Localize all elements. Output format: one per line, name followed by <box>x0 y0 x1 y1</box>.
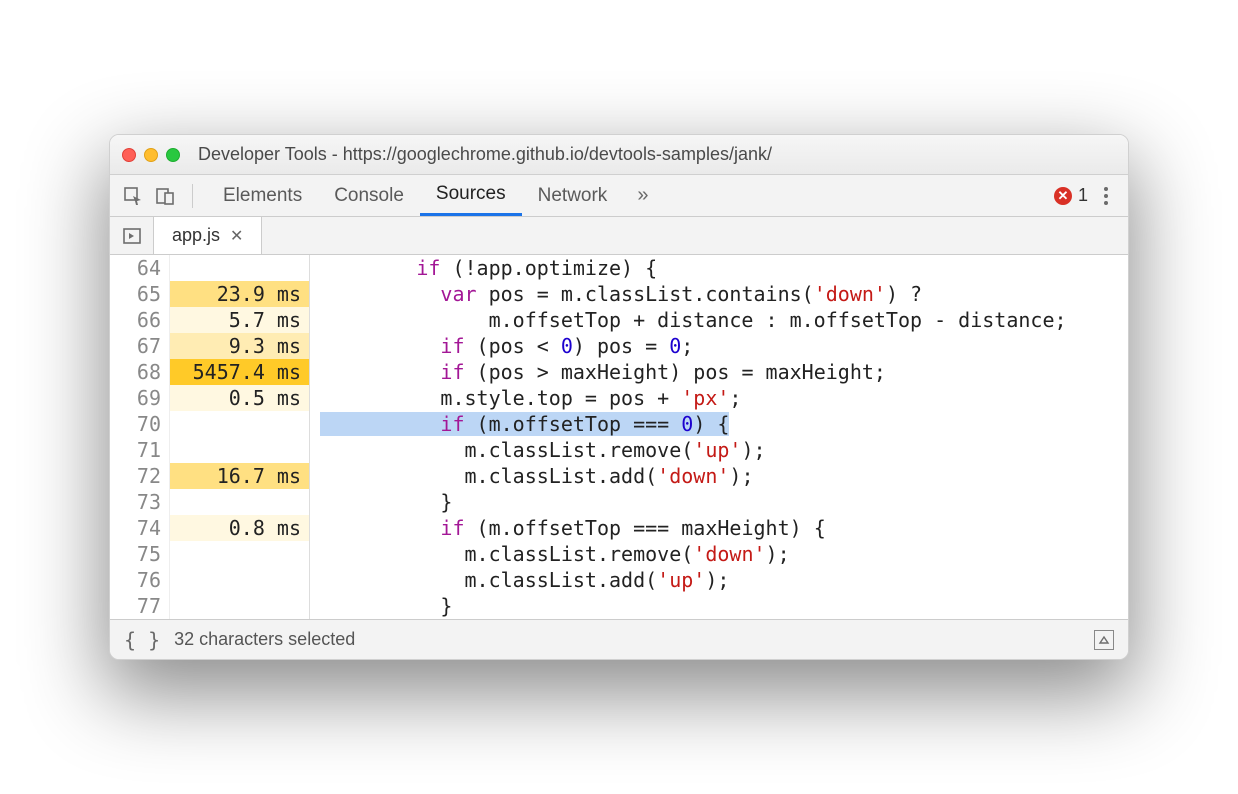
navigator-toggle-icon[interactable] <box>110 217 154 254</box>
file-tab-app-js[interactable]: app.js ✕ <box>154 217 262 254</box>
line-number: 67 <box>110 333 161 359</box>
tab-network[interactable]: Network <box>522 175 624 216</box>
line-number: 65 <box>110 281 161 307</box>
traffic-lights <box>122 148 180 162</box>
line-number-gutter: 6465666768697071727374757677 <box>110 255 170 619</box>
more-panels-icon[interactable]: » <box>629 184 656 207</box>
code-editor[interactable]: 6465666768697071727374757677 23.9 ms5.7 … <box>110 255 1128 619</box>
code-content[interactable]: if (!app.optimize) { var pos = m.classLi… <box>310 255 1128 619</box>
window-title: Developer Tools - https://googlechrome.g… <box>198 144 772 165</box>
tab-elements[interactable]: Elements <box>207 175 318 216</box>
panel-tabs: Elements Console Sources Network <box>207 175 623 216</box>
line-number: 75 <box>110 541 161 567</box>
line-number: 72 <box>110 463 161 489</box>
line-number: 70 <box>110 411 161 437</box>
minimize-window-button[interactable] <box>144 148 158 162</box>
line-timing: 5457.4 ms <box>170 359 309 385</box>
line-timing: 5.7 ms <box>170 307 309 333</box>
separator <box>192 184 193 208</box>
line-number: 77 <box>110 593 161 619</box>
line-number: 71 <box>110 437 161 463</box>
line-timing: 16.7 ms <box>170 463 309 489</box>
code-line[interactable]: m.classList.remove('down'); <box>320 541 1128 567</box>
code-line[interactable]: m.offsetTop + distance : m.offsetTop - d… <box>320 307 1128 333</box>
line-number: 76 <box>110 567 161 593</box>
settings-menu-icon[interactable] <box>1094 187 1118 205</box>
line-timing <box>170 541 309 567</box>
code-line[interactable]: var pos = m.classList.contains('down') ? <box>320 281 1128 307</box>
titlebar: Developer Tools - https://googlechrome.g… <box>110 135 1128 175</box>
code-line[interactable]: } <box>320 489 1128 515</box>
code-line[interactable]: if (pos > maxHeight) pos = maxHeight; <box>320 359 1128 385</box>
devtools-window: Developer Tools - https://googlechrome.g… <box>109 134 1129 660</box>
error-icon: ✕ <box>1054 187 1072 205</box>
line-number: 66 <box>110 307 161 333</box>
device-toggle-icon[interactable] <box>152 183 178 209</box>
line-number: 73 <box>110 489 161 515</box>
line-number: 74 <box>110 515 161 541</box>
line-timing: 0.5 ms <box>170 385 309 411</box>
code-line[interactable]: m.classList.remove('up'); <box>320 437 1128 463</box>
error-badge[interactable]: ✕ 1 <box>1054 185 1088 206</box>
line-number: 69 <box>110 385 161 411</box>
tab-console[interactable]: Console <box>318 175 420 216</box>
code-line[interactable]: m.style.top = pos + 'px'; <box>320 385 1128 411</box>
code-line[interactable]: if (!app.optimize) { <box>320 255 1128 281</box>
line-timing <box>170 411 309 437</box>
close-file-icon[interactable]: ✕ <box>230 226 243 246</box>
error-count: 1 <box>1078 185 1088 206</box>
code-line[interactable]: m.classList.add('down'); <box>320 463 1128 489</box>
status-text: 32 characters selected <box>174 629 355 650</box>
line-timing <box>170 489 309 515</box>
line-timing: 0.8 ms <box>170 515 309 541</box>
line-timing: 23.9 ms <box>170 281 309 307</box>
code-line[interactable]: if (m.offsetTop === 0) { <box>320 411 1128 437</box>
statusbar: { } 32 characters selected <box>110 619 1128 659</box>
inspect-element-icon[interactable] <box>120 183 146 209</box>
line-timing <box>170 437 309 463</box>
code-line[interactable]: if (m.offsetTop === maxHeight) { <box>320 515 1128 541</box>
code-line[interactable]: } <box>320 593 1128 619</box>
main-toolbar: Elements Console Sources Network » ✕ 1 <box>110 175 1128 217</box>
code-line[interactable]: m.classList.add('up'); <box>320 567 1128 593</box>
line-timing <box>170 593 309 619</box>
profiler-timings-gutter: 23.9 ms5.7 ms9.3 ms5457.4 ms0.5 ms 16.7 m… <box>170 255 310 619</box>
close-window-button[interactable] <box>122 148 136 162</box>
sources-subbar: app.js ✕ <box>110 217 1128 255</box>
show-drawer-icon[interactable] <box>1094 630 1114 650</box>
line-timing <box>170 255 309 281</box>
zoom-window-button[interactable] <box>166 148 180 162</box>
line-timing <box>170 567 309 593</box>
pretty-print-icon[interactable]: { } <box>124 628 160 652</box>
line-number: 68 <box>110 359 161 385</box>
line-timing: 9.3 ms <box>170 333 309 359</box>
tab-sources[interactable]: Sources <box>420 175 522 216</box>
line-number: 64 <box>110 255 161 281</box>
file-name: app.js <box>172 225 220 246</box>
code-line[interactable]: if (pos < 0) pos = 0; <box>320 333 1128 359</box>
